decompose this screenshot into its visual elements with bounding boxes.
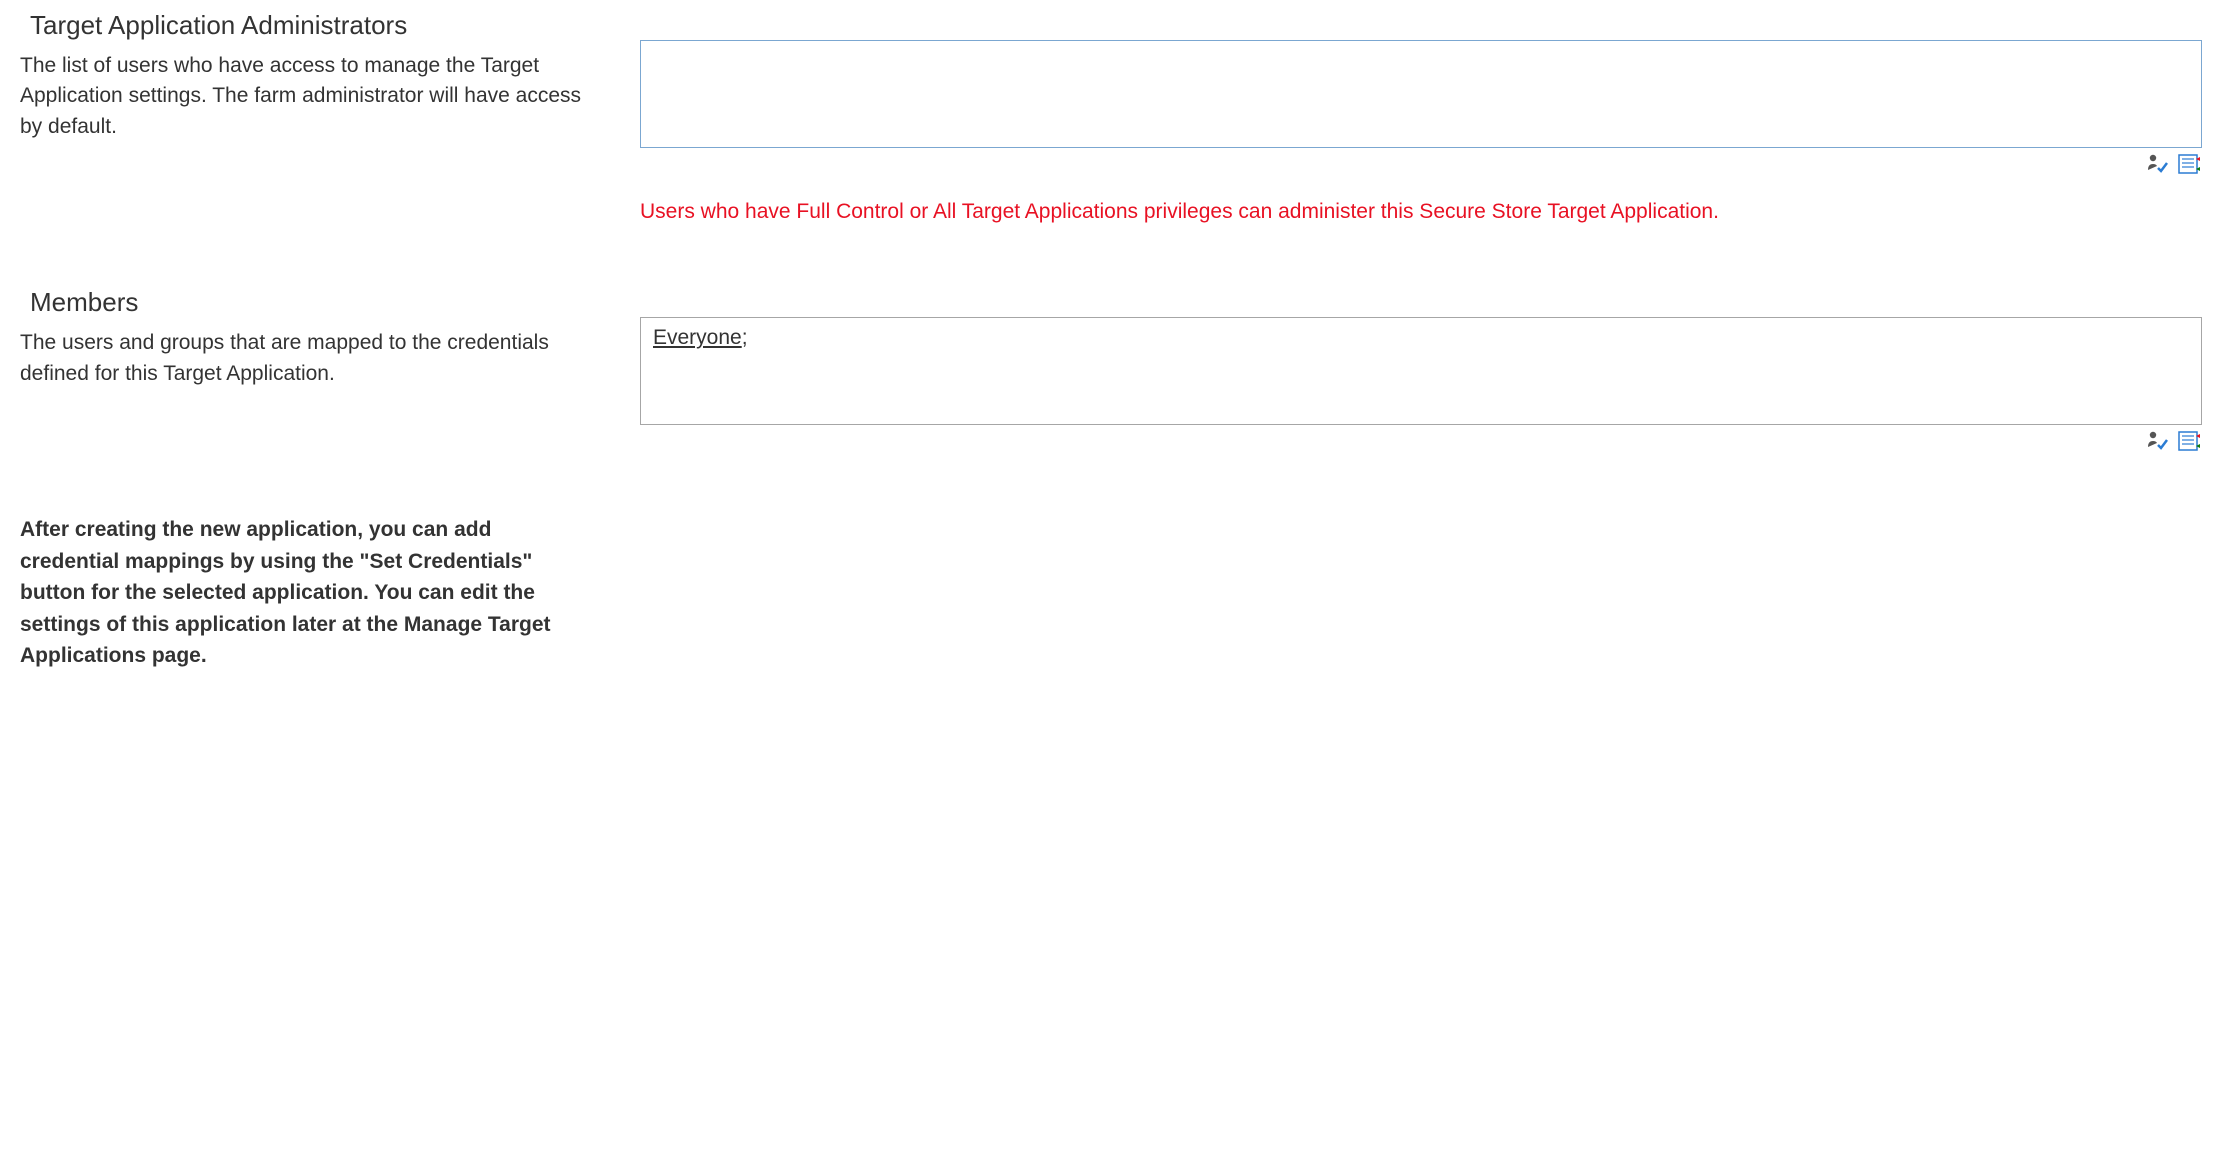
browse-icon[interactable]	[2176, 151, 2202, 177]
administrators-title: Target Application Administrators	[30, 10, 600, 41]
administrators-people-picker[interactable]	[640, 40, 2202, 148]
members-title: Members	[30, 287, 600, 318]
browse-icon[interactable]	[2176, 428, 2202, 454]
members-people-picker[interactable]: Everyone;	[640, 317, 2202, 425]
members-picker-icons	[640, 428, 2202, 454]
members-section: Members The users and groups that are ma…	[20, 287, 2202, 454]
members-left-col: Members The users and groups that are ma…	[20, 287, 600, 389]
members-right-col: Everyone;	[640, 287, 2202, 454]
members-description: The users and groups that are mapped to …	[20, 328, 600, 389]
administrators-section: Target Application Administrators The li…	[20, 10, 2202, 227]
administrators-validation-message: Users who have Full Control or All Targe…	[640, 197, 2202, 227]
administrators-left-col: Target Application Administrators The li…	[20, 10, 600, 142]
administrators-right-col: Users who have Full Control or All Targe…	[640, 10, 2202, 227]
footer-note: After creating the new application, you …	[20, 514, 580, 672]
check-names-icon[interactable]	[2144, 151, 2170, 177]
administrators-picker-icons	[640, 151, 2202, 177]
check-names-icon[interactable]	[2144, 428, 2170, 454]
resolved-entity: Everyone	[653, 326, 742, 349]
administrators-description: The list of users who have access to man…	[20, 51, 600, 142]
entity-separator: ;	[742, 326, 748, 349]
